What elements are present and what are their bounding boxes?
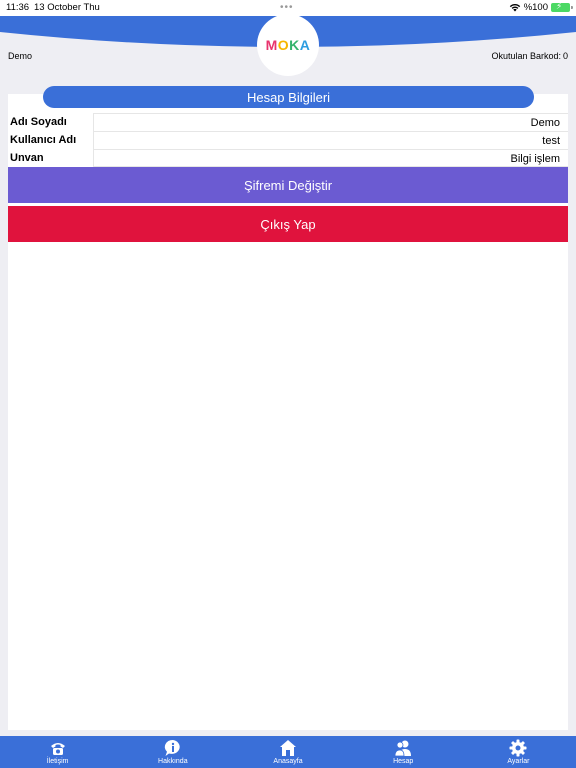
info-row-username: Kullanıcı Adı test — [8, 131, 568, 149]
tab-home[interactable]: Anasayfa — [230, 736, 345, 768]
info-value: Bilgi işlem — [93, 149, 568, 167]
gear-icon — [509, 739, 527, 757]
tab-bar: İletişim Hakkında Anasayfa Hesap Ayarlar — [0, 736, 576, 768]
barcode-counter: Okutulan Barkod: 0 — [491, 51, 568, 61]
tab-label: İletişim — [46, 758, 69, 765]
multitasking-dots[interactable]: ••• — [280, 2, 294, 13]
info-label: Unvan — [10, 152, 44, 164]
status-date: 13 October Thu — [34, 2, 100, 13]
info-row-name: Adı Soyadı Demo — [8, 113, 568, 131]
info-value: Demo — [93, 113, 568, 131]
users-icon — [394, 739, 412, 757]
battery-charging-icon: ⚡ — [551, 1, 573, 12]
header-user-name: Demo — [8, 51, 33, 61]
battery-percent: %100 — [523, 2, 548, 13]
app-header: MOKA Demo Okutulan Barkod: 0 — [0, 14, 576, 94]
tab-label: Ayarlar — [507, 758, 530, 765]
phone-icon — [49, 739, 67, 757]
logo-text: MOKA — [265, 37, 311, 53]
account-info-table: Adı Soyadı Demo Kullanıcı Adı test Unvan… — [8, 113, 568, 167]
info-icon — [164, 739, 182, 757]
status-right: %100 ⚡ — [509, 1, 573, 13]
tab-settings[interactable]: Ayarlar — [461, 736, 576, 768]
barcode-count: 0 — [562, 51, 568, 61]
logo: MOKA — [257, 14, 319, 76]
home-icon — [279, 739, 297, 757]
info-row-title: Unvan Bilgi işlem — [8, 149, 568, 167]
tab-account[interactable]: Hesap — [346, 736, 461, 768]
account-panel: Hesap Bilgileri Adı Soyadı Demo Kullanıc… — [8, 86, 568, 730]
tab-label: Hesap — [393, 758, 414, 765]
info-value: test — [93, 131, 568, 149]
tab-about[interactable]: Hakkında — [115, 736, 230, 768]
barcode-label: Okutulan Barkod: — [491, 51, 561, 61]
status-time: 11:36 — [6, 2, 30, 13]
tab-contact[interactable]: İletişim — [0, 736, 115, 768]
info-label: Kullanıcı Adı — [10, 134, 77, 146]
logout-button[interactable]: Çıkış Yap — [8, 206, 568, 242]
tab-label: Hakkında — [158, 758, 188, 765]
change-password-button[interactable]: Şifremi Değiştir — [8, 167, 568, 203]
status-bar: 11:36 13 October Thu ••• %100 ⚡ — [0, 0, 576, 16]
wifi-icon — [509, 3, 520, 12]
info-label: Adı Soyadı — [10, 116, 67, 128]
section-title: Hesap Bilgileri — [43, 86, 534, 108]
tab-label: Anasayfa — [273, 758, 303, 765]
